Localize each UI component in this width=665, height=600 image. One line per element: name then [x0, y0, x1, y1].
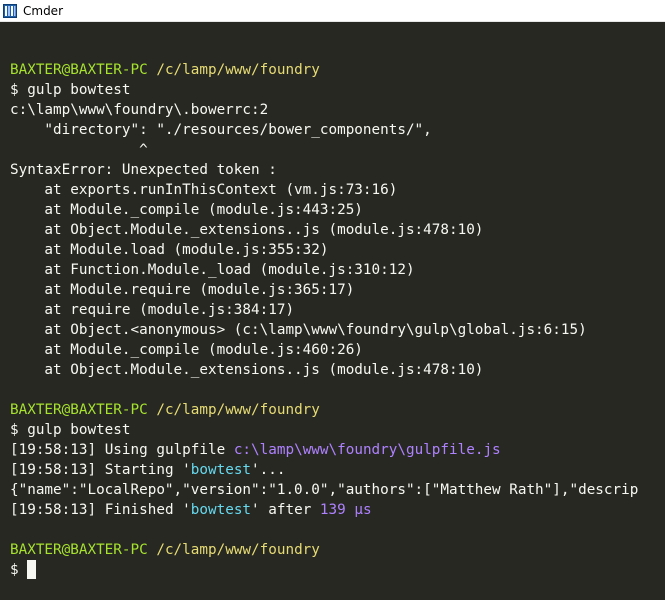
prompt-line-3: BAXTER@BAXTER-PC /c/lamp/www/foundry [10, 540, 665, 560]
command-line-1: $ gulp bowtest [10, 82, 131, 98]
prompt-line-2: BAXTER@BAXTER-PC /c/lamp/www/foundry [10, 400, 665, 420]
error-message-line: SyntaxError: Unexpected token : [10, 162, 277, 178]
prompt-path: /c/lamp/www/foundry [156, 62, 320, 78]
error-source-line: "directory": "./resources/bower_componen… [10, 122, 432, 138]
window-title: Cmder [23, 3, 64, 18]
stack-line: at Object.Module._extensions..js (module… [10, 362, 484, 378]
error-file-line: c:\lamp\www\foundry\.bowerrc:2 [10, 102, 269, 118]
stack-line: at exports.runInThisContext (vm.js:73:16… [10, 182, 398, 198]
prompt-user: BAXTER@BAXTER-PC [10, 402, 148, 418]
prompt-path: /c/lamp/www/foundry [156, 542, 320, 558]
task-name: bowtest [190, 462, 252, 478]
task-name: bowtest [190, 502, 252, 518]
text-cursor[interactable] [26, 560, 36, 579]
json-output-line: {"name":"LocalRepo","version":"1.0.0","a… [10, 482, 639, 498]
prompt-user: BAXTER@BAXTER-PC [10, 62, 148, 78]
prompt-line-1: BAXTER@BAXTER-PC /c/lamp/www/foundry [10, 60, 665, 80]
starting-suffix: '... [251, 462, 286, 478]
stack-line: at Object.<anonymous> (c:\lamp\www\found… [10, 322, 587, 338]
timestamp: 19:58:13 [18, 442, 88, 458]
stack-line: at Module.require (module.js:365:17) [10, 282, 355, 298]
stack-line: at Function.Module._load (module.js:310:… [10, 262, 415, 278]
finished-label: Finished ' [104, 502, 191, 518]
stack-line: at Module._compile (module.js:460:26) [10, 342, 363, 358]
cmder-icon [3, 3, 17, 18]
terminal-output[interactable]: BAXTER@BAXTER-PC /c/lamp/www/foundry $ g… [0, 22, 665, 600]
stack-line: at require (module.js:384:17) [10, 302, 295, 318]
stack-line: at Module.load (module.js:355:32) [10, 242, 329, 258]
input-line[interactable]: $ [10, 560, 665, 580]
gulp-finished-line: [19:58:13] Finished 'bowtest' after 139 … [10, 502, 372, 518]
gulp-using-line: [19:58:13] Using gulpfile c:\lamp\www\fo… [10, 442, 501, 458]
final-prompt: $ [10, 562, 19, 578]
prompt-user: BAXTER@BAXTER-PC [10, 542, 148, 558]
duration: 139 μs [319, 502, 372, 518]
stack-line: at Object.Module._extensions..js (module… [10, 222, 484, 238]
gulpfile-path: c:\lamp\www\foundry\gulpfile.js [233, 442, 501, 458]
timestamp: 19:58:13 [18, 462, 88, 478]
gulp-starting-line: [19:58:13] Starting 'bowtest'... [10, 462, 286, 478]
using-gulpfile-label: Using gulpfile [104, 442, 234, 458]
command-line-2: $ gulp bowtest [10, 422, 131, 438]
stack-line: at Module._compile (module.js:443:25) [10, 202, 363, 218]
finished-suffix: ' after [251, 502, 320, 518]
cmder-window: Cmder BAXTER@BAXTER-PC /c/lamp/www/found… [0, 0, 665, 600]
title-bar[interactable]: Cmder [0, 0, 665, 22]
error-caret-line: ^ [10, 142, 148, 158]
prompt-path: /c/lamp/www/foundry [156, 402, 320, 418]
starting-label: Starting ' [104, 462, 191, 478]
timestamp: 19:58:13 [18, 502, 88, 518]
